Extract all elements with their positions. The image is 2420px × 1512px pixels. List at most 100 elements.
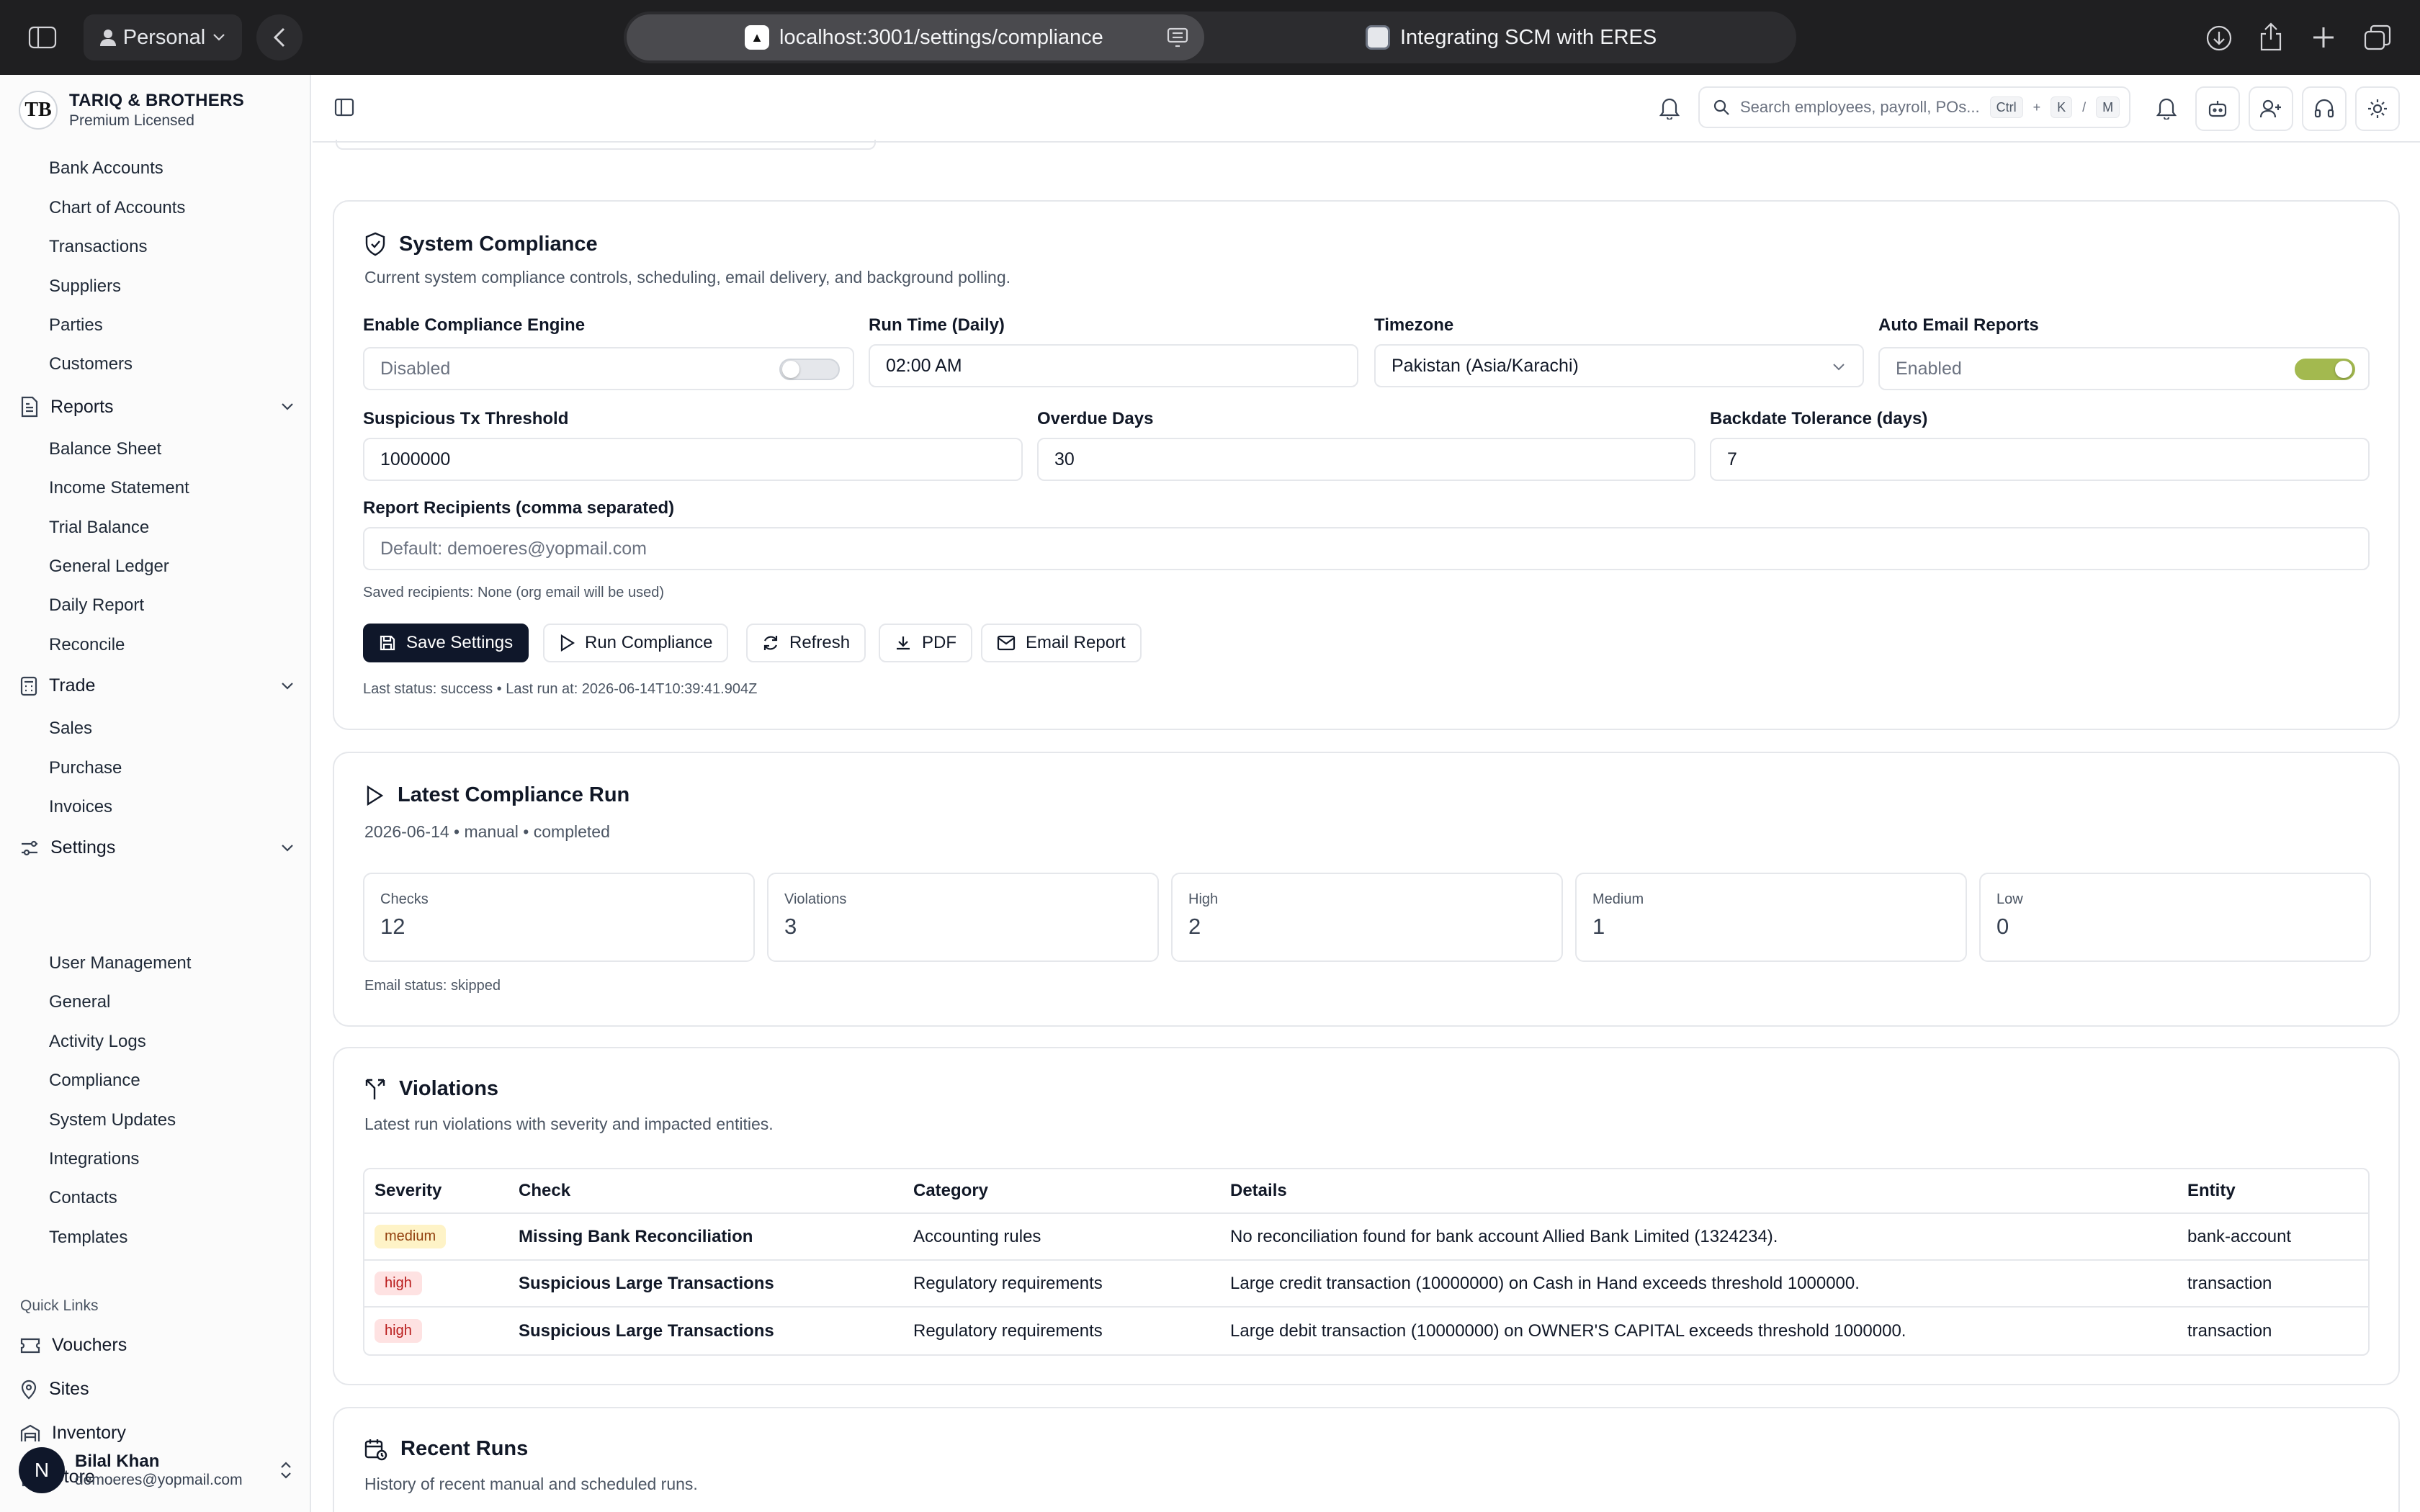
- sidebar-item-general-ledger[interactable]: General Ledger: [49, 557, 169, 577]
- save-settings-button[interactable]: Save Settings: [363, 624, 529, 662]
- card-description: Latest run violations with severity and …: [364, 1115, 774, 1133]
- sidebar-item-templates[interactable]: Templates: [49, 1228, 127, 1248]
- chevron-down-icon: [213, 34, 225, 41]
- card-title: Recent Runs: [364, 1437, 528, 1461]
- shortcut-key: M: [2096, 96, 2120, 118]
- sidebar-item-income-statement[interactable]: Income Statement: [49, 478, 189, 498]
- sidebar-item-invoices[interactable]: Invoices: [49, 797, 112, 817]
- shortcut-key: K: [2051, 96, 2073, 118]
- sidebar-item-balance-sheet[interactable]: Balance Sheet: [49, 439, 161, 459]
- threshold-value: 1000000: [380, 449, 451, 469]
- theme-toggle-button[interactable]: [2355, 86, 2400, 131]
- sidebar-item-user-management[interactable]: User Management: [49, 953, 191, 973]
- sidebar-toggle-icon[interactable]: [22, 20, 63, 55]
- quick-link-label: Vouchers: [52, 1335, 127, 1355]
- button-label: PDF: [922, 633, 956, 652]
- add-user-button[interactable]: [2249, 86, 2293, 131]
- run-compliance-button[interactable]: Run Compliance: [543, 624, 729, 662]
- download-icon: [897, 636, 910, 650]
- threshold-input[interactable]: 1000000: [363, 438, 1023, 481]
- bell-icon[interactable]: [2156, 96, 2177, 120]
- card-title: Violations: [364, 1077, 498, 1101]
- browser-tab[interactable]: Integrating SCM with ERES: [1366, 14, 1657, 60]
- sidebar-item-compliance[interactable]: Compliance: [49, 1071, 140, 1091]
- org-brand[interactable]: TB TARIQ & BROTHERS Premium Licensed: [19, 91, 244, 130]
- bot-button[interactable]: [2195, 86, 2240, 131]
- run-time-input[interactable]: 02:00 AM: [869, 344, 1358, 387]
- sidebar-item-sales[interactable]: Sales: [49, 719, 92, 739]
- backdate-tolerance-input[interactable]: 7: [1710, 438, 2370, 481]
- run-time-value: 02:00 AM: [886, 355, 962, 376]
- entity-cell: transaction: [2187, 1320, 2272, 1341]
- overdue-days-value: 30: [1054, 449, 1075, 469]
- new-tab-icon[interactable]: [2308, 22, 2339, 53]
- pdf-button[interactable]: PDF: [879, 624, 972, 662]
- stat-low: Low 0: [1979, 873, 2371, 962]
- auto-email-toggle[interactable]: [2295, 359, 2355, 380]
- search-input[interactable]: Search employees, payroll, POs... Ctrl +…: [1698, 86, 2130, 128]
- sidebar-item-system-updates[interactable]: System Updates: [49, 1110, 176, 1130]
- button-label: Email Report: [1026, 633, 1126, 652]
- back-button[interactable]: [256, 14, 302, 60]
- sidebar-item-contacts[interactable]: Contacts: [49, 1188, 117, 1208]
- run-time-label: Run Time (Daily): [869, 315, 1005, 335]
- tab-overview-icon[interactable]: [2361, 22, 2394, 53]
- recent-runs-card: Recent Runs History of recent manual and…: [333, 1407, 2400, 1512]
- run-meta: 2026-06-14 • manual • completed: [364, 822, 610, 841]
- profile-button[interactable]: Personal: [84, 14, 242, 60]
- address-bar[interactable]: ▲ localhost:3001/settings/compliance: [627, 14, 1204, 60]
- user-menu[interactable]: N Bilal Khan demoeres@yopmail.com: [19, 1447, 292, 1493]
- sidebar-section-settings[interactable]: Settings: [20, 837, 294, 858]
- org-name: TARIQ & BROTHERS: [69, 91, 245, 110]
- sidebar-item-reconcile[interactable]: Reconcile: [49, 635, 125, 655]
- sidebar-item-purchase[interactable]: Purchase: [49, 758, 122, 778]
- sidebar-item-parties[interactable]: Parties: [49, 315, 103, 336]
- bell-icon[interactable]: [1659, 96, 1680, 120]
- sidebar-item-general[interactable]: General: [49, 992, 110, 1012]
- quick-link-sites[interactable]: Sites: [20, 1379, 89, 1400]
- sidebar-item-customers[interactable]: Customers: [49, 354, 133, 374]
- sidebar-item-integrations[interactable]: Integrations: [49, 1149, 139, 1169]
- enable-engine-field[interactable]: Disabled: [363, 347, 854, 390]
- violations-table: Severity Check Category Details Entity m…: [363, 1168, 2370, 1356]
- entity-cell: bank-account: [2177, 1214, 2368, 1261]
- panel-toggle-icon[interactable]: [334, 98, 354, 117]
- sidebar-section-trade[interactable]: Trade: [20, 675, 294, 696]
- sidebar-item-transactions[interactable]: Transactions: [49, 237, 148, 257]
- sidebar-item-suppliers[interactable]: Suppliers: [49, 276, 121, 297]
- quick-link-inventory[interactable]: Inventory: [20, 1423, 126, 1444]
- enable-engine-label: Enable Compliance Engine: [363, 315, 586, 335]
- email-report-button[interactable]: Email Report: [981, 624, 1142, 662]
- recipients-input[interactable]: Default: demoeres@yopmail.com: [363, 527, 2370, 570]
- quick-link-vouchers[interactable]: Vouchers: [20, 1335, 127, 1356]
- card-description: Current system compliance controls, sche…: [364, 268, 1011, 287]
- chevron-down-icon: [1833, 364, 1845, 371]
- category-cell: Regulatory requirements: [913, 1320, 1103, 1341]
- stat-label: Violations: [784, 891, 847, 907]
- refresh-button[interactable]: Refresh: [746, 624, 866, 662]
- stat-high: High 2: [1171, 873, 1563, 962]
- sidebar-section-reports[interactable]: Reports: [20, 396, 294, 418]
- downloads-icon[interactable]: [2202, 22, 2236, 55]
- stat-value: 3: [784, 914, 797, 939]
- auto-email-field[interactable]: Enabled: [1878, 347, 2370, 390]
- sun-icon: [2368, 99, 2387, 118]
- column-header: Check: [508, 1169, 903, 1214]
- reader-mode-icon[interactable]: [1167, 27, 1188, 48]
- warehouse-icon: [20, 1424, 40, 1441]
- ticket-icon: [20, 1338, 40, 1353]
- sidebar-item-activity-logs[interactable]: Activity Logs: [49, 1032, 146, 1052]
- person-icon: [99, 30, 116, 46]
- timezone-select[interactable]: Pakistan (Asia/Karachi): [1374, 344, 1864, 387]
- sidebar-item-trial-balance[interactable]: Trial Balance: [49, 518, 149, 538]
- avatar: N: [19, 1447, 65, 1493]
- sidebar-item-daily-report[interactable]: Daily Report: [49, 595, 144, 616]
- sidebar-item-bank-accounts[interactable]: Bank Accounts: [49, 158, 163, 179]
- enable-engine-toggle[interactable]: [779, 359, 840, 380]
- sidebar-item-chart-of-accounts[interactable]: Chart of Accounts: [49, 198, 185, 218]
- share-icon[interactable]: [2254, 19, 2287, 55]
- profile-label: Personal: [122, 25, 206, 49]
- support-button[interactable]: [2302, 86, 2347, 131]
- backdate-tolerance-label: Backdate Tolerance (days): [1710, 409, 1928, 428]
- overdue-days-input[interactable]: 30: [1037, 438, 1695, 481]
